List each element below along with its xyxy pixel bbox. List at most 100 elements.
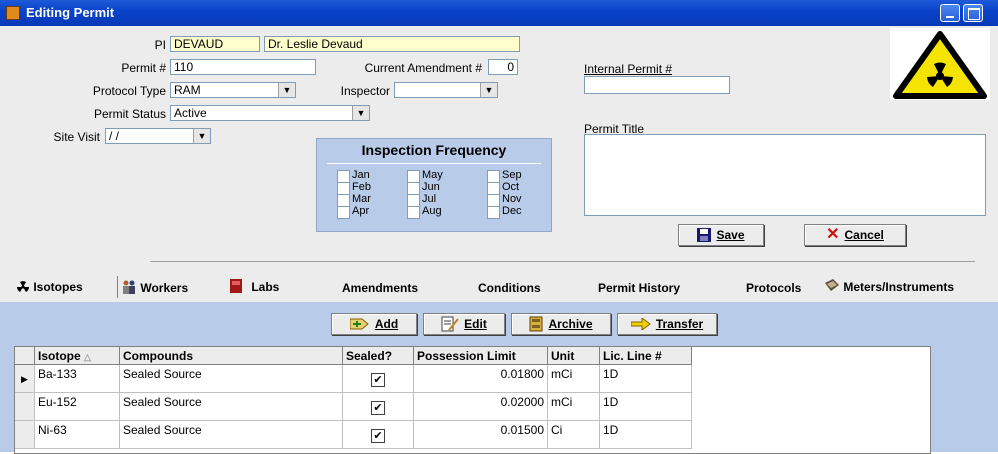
table-cell-lic-line[interactable]: 1D bbox=[600, 365, 692, 393]
tab-workers-label: Workers bbox=[140, 281, 189, 295]
table-cell-lic-line[interactable]: 1D bbox=[600, 421, 692, 449]
dropdown-arrow-icon[interactable]: ▼ bbox=[193, 129, 210, 143]
month-label-feb: Feb bbox=[352, 181, 371, 193]
save-button[interactable]: Save bbox=[678, 224, 764, 246]
inspector-select[interactable]: ▼ bbox=[394, 82, 498, 98]
archive-button[interactable]: Archive bbox=[511, 313, 611, 335]
tab-isotopes[interactable]: Isotopes bbox=[16, 279, 83, 294]
archive-label: Archive bbox=[548, 317, 593, 331]
month-checkbox-aug[interactable] bbox=[407, 206, 420, 219]
table-cell-sealed[interactable]: ✔ bbox=[343, 421, 414, 449]
window-title: Editing Permit bbox=[26, 5, 115, 20]
table-cell-compound[interactable]: Sealed Source bbox=[120, 421, 343, 449]
transfer-label: Transfer bbox=[655, 317, 704, 331]
permit-status-select[interactable]: Active ▼ bbox=[170, 105, 370, 121]
inspection-frequency-title: Inspection Frequency bbox=[361, 142, 507, 158]
month-checkbox-dec[interactable] bbox=[487, 206, 500, 219]
protocol-type-value: RAM bbox=[174, 83, 201, 97]
add-icon bbox=[349, 318, 369, 330]
table-cell-isotope[interactable]: Ni-63 bbox=[35, 421, 120, 449]
month-label-apr: Apr bbox=[352, 205, 370, 217]
pi-name-field[interactable]: Dr. Leslie Devaud bbox=[264, 36, 520, 52]
row-selector[interactable] bbox=[15, 393, 35, 421]
column-header-lic-line[interactable]: Lic. Line # bbox=[600, 347, 692, 365]
dropdown-arrow-icon[interactable]: ▼ bbox=[352, 106, 369, 120]
tab-meters-label: Meters/Instruments bbox=[843, 280, 955, 294]
add-button[interactable]: Add bbox=[331, 313, 417, 335]
month-label-sep: Sep bbox=[502, 169, 522, 181]
tab-permit-history[interactable]: Permit History bbox=[598, 281, 680, 295]
permit-status-label: Permit Status bbox=[93, 107, 166, 121]
table-cell-unit[interactable]: mCi bbox=[548, 365, 600, 393]
sealed-checkbox[interactable]: ✔ bbox=[371, 401, 385, 415]
separator bbox=[150, 261, 975, 262]
tab-conditions[interactable]: Conditions bbox=[478, 281, 541, 295]
row-selector[interactable] bbox=[15, 421, 35, 449]
column-header-sealed[interactable]: Sealed? bbox=[343, 347, 414, 365]
archive-icon bbox=[529, 316, 543, 332]
tab-meters-instruments[interactable]: Meters/Instruments bbox=[824, 279, 954, 294]
table-cell-unit[interactable]: mCi bbox=[548, 393, 600, 421]
dropdown-arrow-icon[interactable]: ▼ bbox=[278, 83, 295, 97]
column-header-isotope-label: Isotope bbox=[38, 349, 81, 363]
cancel-button[interactable]: ✕ Cancel bbox=[804, 224, 906, 246]
column-header-isotope[interactable]: Isotope △ bbox=[35, 347, 120, 365]
column-header-unit[interactable]: Unit bbox=[548, 347, 600, 365]
table-cell-lic-line[interactable]: 1D bbox=[600, 393, 692, 421]
transfer-icon bbox=[630, 318, 651, 330]
table-cell-compound[interactable]: Sealed Source bbox=[120, 365, 343, 393]
save-label: Save bbox=[716, 228, 745, 242]
protocol-type-select[interactable]: RAM ▼ bbox=[170, 82, 296, 98]
site-visit-label: Site Visit bbox=[53, 130, 100, 144]
table-cell-isotope[interactable]: Ba-133 bbox=[35, 365, 120, 393]
cancel-icon: ✕ bbox=[826, 226, 840, 243]
dropdown-arrow-icon[interactable]: ▼ bbox=[480, 83, 497, 97]
column-header-compounds[interactable]: Compounds bbox=[120, 347, 343, 365]
table-cell-limit[interactable]: 0.01800 bbox=[414, 365, 548, 393]
permit-title-field[interactable] bbox=[584, 134, 986, 216]
amendment-label: Current Amendment # bbox=[364, 61, 482, 75]
table-cell-compound[interactable]: Sealed Source bbox=[120, 393, 343, 421]
maximize-button[interactable] bbox=[963, 4, 983, 22]
table-cell-unit[interactable]: Ci bbox=[548, 421, 600, 449]
site-visit-select[interactable]: / / ▼ bbox=[105, 128, 211, 144]
tab-workers[interactable]: Workers bbox=[121, 279, 188, 295]
sort-asc-icon: △ bbox=[84, 352, 91, 362]
tab-labs[interactable]: Labs bbox=[230, 279, 279, 294]
minimize-button[interactable] bbox=[940, 4, 960, 22]
table-cell-limit[interactable]: 0.01500 bbox=[414, 421, 548, 449]
table-cell-sealed[interactable]: ✔ bbox=[343, 365, 414, 393]
month-label-jul: Jul bbox=[422, 193, 437, 205]
edit-icon bbox=[441, 316, 459, 332]
permit-number-field[interactable]: 110 bbox=[170, 59, 316, 75]
amendment-field[interactable]: 0 bbox=[488, 59, 518, 75]
tab-amendments[interactable]: Amendments bbox=[342, 281, 418, 295]
month-checkbox-apr[interactable] bbox=[337, 206, 350, 219]
site-visit-value: / / bbox=[109, 129, 120, 143]
table-cell-limit[interactable]: 0.02000 bbox=[414, 393, 548, 421]
row-selector[interactable]: ▶ bbox=[15, 365, 35, 393]
month-label-aug: Aug bbox=[422, 205, 442, 217]
table-cell-isotope[interactable]: Eu-152 bbox=[35, 393, 120, 421]
month-label-jan: Jan bbox=[352, 169, 370, 181]
internal-permit-field[interactable] bbox=[584, 76, 730, 94]
pi-code-field[interactable]: DEVAUD bbox=[170, 36, 260, 52]
tab-labs-label: Labs bbox=[251, 280, 280, 294]
transfer-button[interactable]: Transfer bbox=[617, 313, 717, 335]
pi-label: PI bbox=[154, 38, 166, 52]
sealed-checkbox[interactable]: ✔ bbox=[371, 373, 385, 387]
permit-number-label: Permit # bbox=[121, 61, 166, 75]
row-header-corner bbox=[15, 347, 35, 365]
tab-divider bbox=[117, 276, 118, 298]
title-bar bbox=[0, 0, 998, 26]
internal-permit-label: Internal Permit # bbox=[584, 62, 673, 76]
edit-button[interactable]: Edit bbox=[423, 313, 505, 335]
tab-protocols[interactable]: Protocols bbox=[746, 281, 801, 295]
add-label: Add bbox=[374, 317, 399, 331]
protocol-type-label: Protocol Type bbox=[92, 84, 166, 98]
month-label-dec: Dec bbox=[502, 205, 522, 217]
table-cell-sealed[interactable]: ✔ bbox=[343, 393, 414, 421]
sealed-checkbox[interactable]: ✔ bbox=[371, 429, 385, 443]
isotopes-icon bbox=[17, 281, 29, 292]
column-header-possession-limit[interactable]: Possession Limit bbox=[414, 347, 548, 365]
